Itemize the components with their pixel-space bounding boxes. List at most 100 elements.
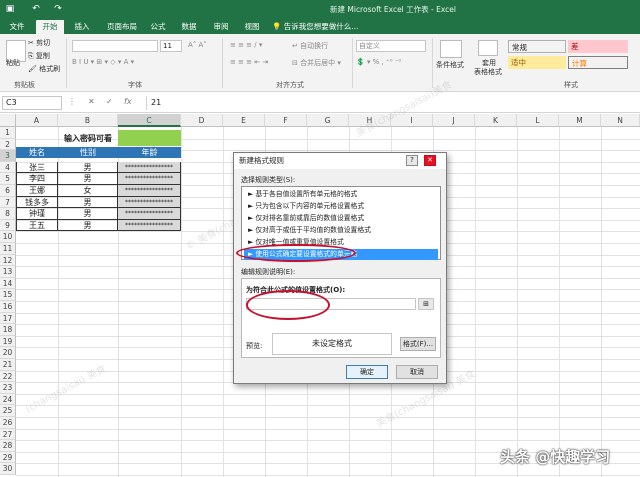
row-header[interactable]: 28 (0, 440, 16, 452)
undo-icon[interactable]: ↶ (30, 3, 42, 15)
table-cell[interactable]: 王娜 (16, 185, 58, 197)
help-button[interactable]: ? (406, 155, 418, 166)
ok-button[interactable]: 确定 (346, 365, 388, 379)
header-gender[interactable]: 性别 (58, 147, 118, 158)
enter-icon[interactable]: ✓ (106, 97, 113, 106)
row-header[interactable]: 26 (0, 417, 16, 429)
row-header[interactable]: 13 (0, 266, 16, 278)
tab-page-layout[interactable]: 页面布局 (102, 20, 142, 34)
rule-item[interactable]: ► 只为包含以下内容的单元格设置格式 (244, 201, 438, 212)
column-header[interactable]: E (223, 114, 265, 127)
table-cell[interactable]: 男 (58, 219, 118, 232)
row-header[interactable]: 4 (0, 161, 16, 174)
row-header[interactable]: 22 (0, 370, 16, 383)
name-box[interactable]: C3 (2, 96, 62, 110)
row-header[interactable]: 5 (0, 173, 16, 185)
paste-button[interactable]: 粘贴 (6, 58, 20, 68)
table-cell[interactable]: 男 (58, 161, 118, 174)
copy-button[interactable]: ⎘ 复制 (28, 51, 50, 61)
row-header[interactable]: 7 (0, 196, 16, 209)
tab-home[interactable]: 开始 (36, 20, 64, 34)
tab-formulas[interactable]: 公式 (147, 20, 169, 34)
tab-data[interactable]: 数据 (178, 20, 200, 34)
style-normal[interactable]: 常规 (508, 40, 566, 53)
font-style-icons[interactable]: B I U ▾ ⊞ ▾ ◇ ▾ A ▾ (72, 58, 134, 66)
table-cell[interactable]: 钟瑾 (16, 208, 58, 220)
table-format-icon[interactable] (478, 40, 498, 56)
conditional-format-icon[interactable] (440, 40, 462, 58)
tab-file[interactable]: 文件 (6, 20, 28, 34)
merge-center-button[interactable]: ⊟ 合并后居中 ▾ (292, 58, 341, 68)
row-header[interactable]: 19 (0, 335, 16, 348)
font-grow-icon[interactable]: A˄ A˅ (188, 41, 207, 49)
table-cell[interactable]: 男 (58, 208, 118, 220)
row-header[interactable]: 2 (0, 138, 16, 151)
row-header[interactable]: 15 (0, 289, 16, 301)
tab-review[interactable]: 审阅 (210, 20, 232, 34)
range-select-icon[interactable]: ⊞ (418, 298, 434, 310)
align-left-icons[interactable]: ≡ ≡ ≡ ⇤ ⇥ (230, 58, 268, 66)
table-cell[interactable]: **************** (118, 219, 181, 232)
style-neutral[interactable]: 适中 (508, 56, 566, 69)
font-size-dropdown[interactable]: 11 (160, 40, 182, 52)
row-header[interactable]: 30 (0, 463, 16, 475)
table-cell[interactable]: 男 (58, 196, 118, 209)
row-header[interactable]: 27 (0, 428, 16, 441)
cancel-button[interactable]: 取消 (396, 365, 438, 379)
column-header[interactable]: J (433, 114, 475, 127)
tab-insert[interactable]: 插入 (70, 20, 94, 34)
cancel-icon[interactable]: ✕ (88, 97, 95, 106)
row-header[interactable]: 1 (0, 127, 16, 139)
row-header[interactable]: 16 (0, 301, 16, 313)
align-top-icons[interactable]: ≡ ≡ ≡ ∕ ▾ (230, 41, 262, 49)
row-header[interactable]: 11 (0, 243, 16, 255)
row-header[interactable]: 29 (0, 451, 16, 464)
row-header[interactable]: 14 (0, 277, 16, 290)
tell-me-box[interactable]: 💡 告诉我您想要做什么... (272, 20, 382, 34)
table-cell[interactable]: **************** (118, 196, 181, 209)
column-header[interactable]: A (16, 114, 58, 127)
table-format-line2[interactable]: 表格格式 (474, 67, 502, 77)
table-cell[interactable]: **************** (118, 173, 181, 185)
tab-view[interactable]: 视图 (241, 20, 263, 34)
column-header[interactable]: D (181, 114, 223, 127)
row-header[interactable]: 10 (0, 231, 16, 243)
row-header[interactable]: 23 (0, 382, 16, 394)
title-fill-cell[interactable] (118, 130, 181, 146)
row-header[interactable]: 25 (0, 405, 16, 417)
table-cell[interactable]: **************** (118, 185, 181, 197)
style-bad[interactable]: 差 (568, 40, 628, 53)
table-cell[interactable]: 男 (58, 173, 118, 185)
redo-icon[interactable]: ↷ (52, 3, 64, 15)
table-cell[interactable]: 钱多多 (16, 196, 58, 209)
rule-item[interactable]: ► 仅对排名靠前或靠后的数值设置格式 (244, 213, 438, 224)
table-cell[interactable]: 女 (58, 185, 118, 197)
column-header[interactable]: C (118, 114, 181, 127)
column-header[interactable]: L (517, 114, 559, 127)
header-name[interactable]: 姓名 (16, 147, 58, 158)
table-cell[interactable]: 张三 (16, 161, 58, 174)
style-calculation[interactable]: 计算 (568, 56, 628, 69)
number-format-icons[interactable]: 💲 ▾ % , ⁺⁰ ⁻⁰ (356, 58, 401, 66)
row-header[interactable]: 8 (0, 208, 16, 220)
font-name-dropdown[interactable] (72, 40, 158, 52)
cut-button[interactable]: ✂ 剪切 (28, 38, 50, 48)
format-button[interactable]: 格式(F)... (400, 337, 436, 351)
select-all-corner[interactable] (0, 114, 16, 127)
header-age[interactable]: 年龄 (118, 147, 181, 158)
rule-item[interactable]: ► 基于各自值设置所有单元格的格式 (244, 189, 438, 200)
table-cell[interactable]: **************** (118, 161, 181, 174)
row-header[interactable]: 18 (0, 324, 16, 336)
conditional-format-button[interactable]: 条件格式 (436, 60, 464, 70)
column-header[interactable]: M (559, 114, 601, 127)
table-cell[interactable]: 李四 (16, 173, 58, 185)
row-header[interactable]: 3 (0, 150, 16, 162)
row-header[interactable]: 12 (0, 254, 16, 267)
table-cell[interactable]: **************** (118, 208, 181, 220)
row-header[interactable]: 9 (0, 219, 16, 232)
row-header[interactable]: 6 (0, 185, 16, 197)
row-header[interactable]: 21 (0, 359, 16, 371)
fx-icon[interactable]: fx (124, 97, 132, 106)
column-header[interactable]: G (307, 114, 349, 127)
column-header[interactable]: K (475, 114, 517, 127)
